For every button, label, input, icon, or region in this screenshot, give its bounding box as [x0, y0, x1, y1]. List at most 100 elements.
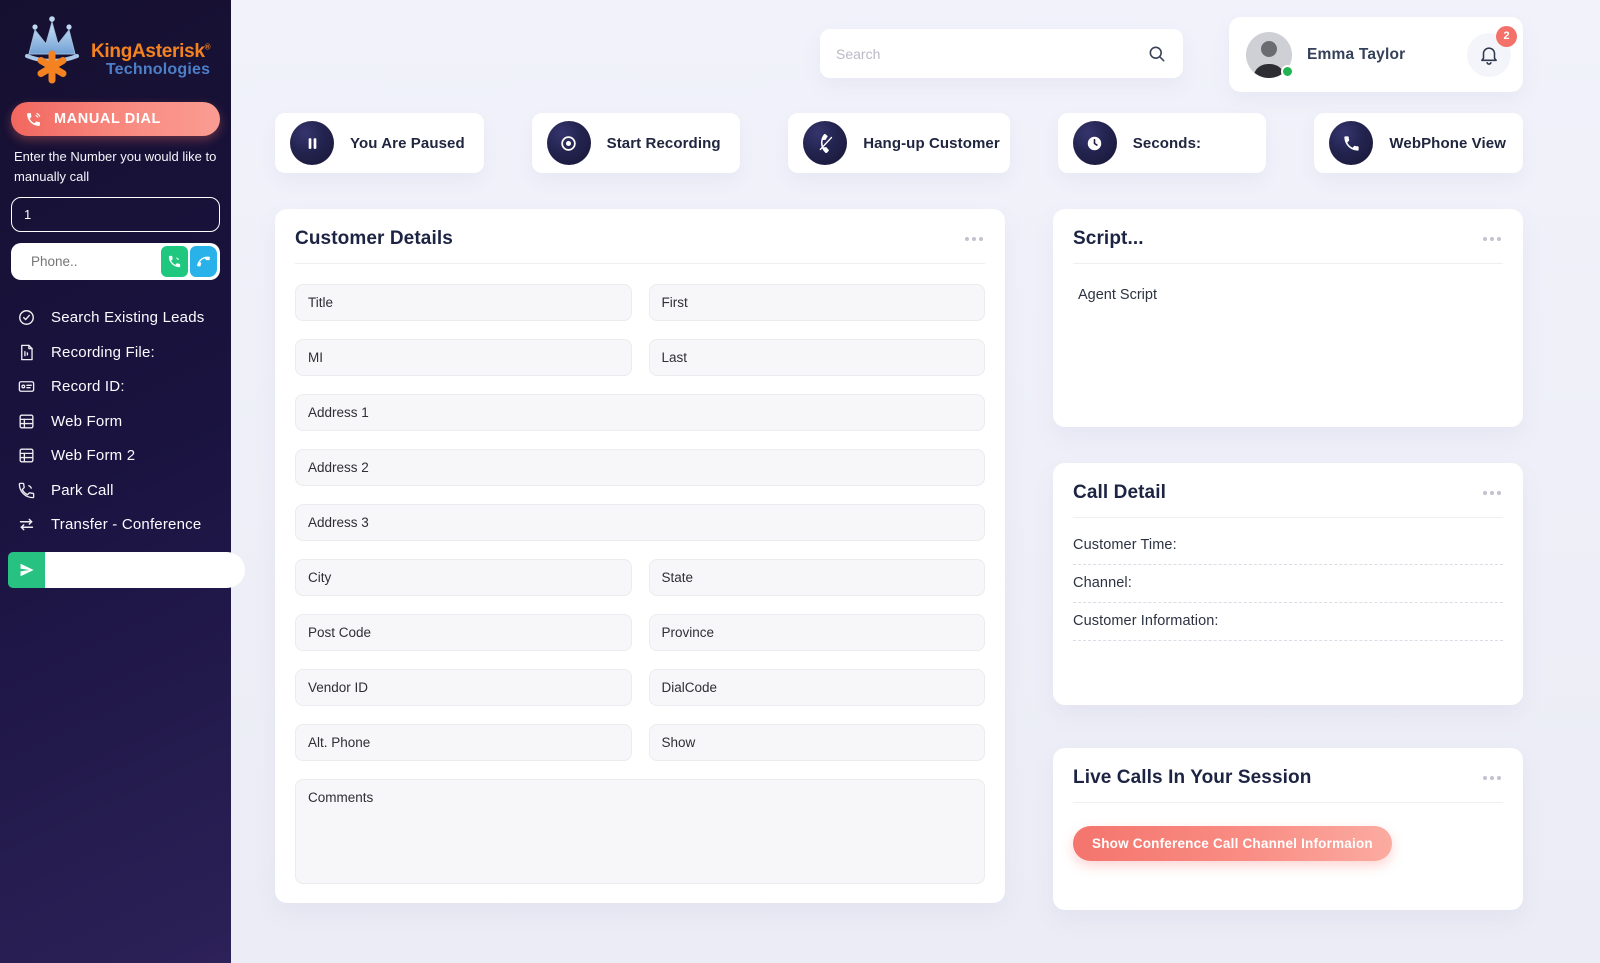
- main-content: Emma Taylor 2 You Are Paused: [231, 0, 1600, 963]
- nav-label: Web Form: [51, 413, 122, 430]
- manual-dial-button[interactable]: MANUAL DIAL: [11, 102, 220, 136]
- field-address2[interactable]: [295, 449, 985, 486]
- field-mi[interactable]: [295, 339, 632, 376]
- hangup-icon: [803, 121, 847, 165]
- manual-number-input[interactable]: [11, 197, 220, 232]
- profile-card[interactable]: Emma Taylor 2: [1229, 17, 1523, 92]
- webphone-view-card[interactable]: WebPhone View: [1314, 113, 1523, 173]
- right-column: Script... Agent Script Call Detail Custo…: [1053, 209, 1523, 910]
- sidebar-item-transfer-conference[interactable]: Transfer - Conference: [11, 507, 220, 542]
- hangup-customer-card[interactable]: Hang-up Customer: [788, 113, 1010, 173]
- clock-icon: [1073, 121, 1117, 165]
- search-bar: [820, 29, 1183, 78]
- nav-label: Recording File:: [51, 344, 155, 361]
- divider: [1073, 263, 1503, 264]
- script-title: Script...: [1073, 228, 1144, 250]
- brand-registered-mark: ®: [205, 43, 211, 52]
- field-postcode[interactable]: [295, 614, 632, 651]
- brand-logo: KingAsterisk® Technologies: [11, 12, 220, 94]
- field-title[interactable]: [295, 284, 632, 321]
- live-calls-title: Live Calls In Your Session: [1073, 767, 1311, 789]
- bell-icon: [1478, 44, 1500, 66]
- notification-badge: 2: [1496, 26, 1517, 47]
- record-icon: [547, 121, 591, 165]
- customer-details-form: [295, 284, 985, 884]
- field-address3[interactable]: [295, 504, 985, 541]
- brand-line2: Technologies: [91, 62, 210, 78]
- agent-script-text: Agent Script: [1078, 287, 1503, 303]
- sidebar-item-web-form[interactable]: Web Form: [11, 404, 220, 439]
- field-province[interactable]: [649, 614, 986, 651]
- online-status-dot: [1281, 65, 1294, 78]
- web-form-icon: [17, 446, 36, 465]
- action-label: Start Recording: [607, 135, 721, 152]
- sidebar-item-park-call[interactable]: Park Call: [11, 473, 220, 508]
- content-grid: Customer Details: [275, 209, 1523, 910]
- nav-label: Park Call: [51, 482, 114, 499]
- id-card-icon: [17, 377, 36, 396]
- call-detail-row-customer-information: Customer Information:: [1073, 603, 1503, 641]
- pause-icon: [290, 121, 334, 165]
- field-city[interactable]: [295, 559, 632, 596]
- divider: [295, 263, 985, 264]
- nav-label: Web Form 2: [51, 447, 135, 464]
- call-detail-row-customer-time: Customer Time:: [1073, 527, 1503, 565]
- divider: [1073, 802, 1503, 803]
- field-alt-phone[interactable]: [295, 724, 632, 761]
- card-menu-dots[interactable]: [1481, 233, 1503, 245]
- action-cards-row: You Are Paused Start Recording Hang-up C…: [275, 113, 1523, 173]
- manual-dial-label: MANUAL DIAL: [54, 111, 161, 127]
- live-calls-card: Live Calls In Your Session Show Conferen…: [1053, 748, 1523, 910]
- seconds-card[interactable]: Seconds:: [1058, 113, 1267, 173]
- field-vendor-id[interactable]: [295, 669, 632, 706]
- audio-file-icon: [17, 343, 36, 362]
- script-card: Script... Agent Script: [1053, 209, 1523, 427]
- send-button[interactable]: [8, 552, 45, 588]
- notifications-button[interactable]: 2: [1467, 33, 1511, 77]
- brand-line1: KingAsterisk: [91, 41, 205, 62]
- phone-down-icon: [196, 254, 211, 269]
- sidebar-item-recording-file[interactable]: Recording File:: [11, 335, 220, 370]
- user-name: Emma Taylor: [1307, 46, 1405, 64]
- nav-label: Record ID:: [51, 378, 125, 395]
- send-text-input[interactable]: [45, 552, 245, 588]
- card-menu-dots[interactable]: [1481, 772, 1503, 784]
- start-recording-card[interactable]: Start Recording: [532, 113, 741, 173]
- sidebar-item-record-id[interactable]: Record ID:: [11, 369, 220, 404]
- card-menu-dots[interactable]: [963, 233, 985, 245]
- search-input[interactable]: [836, 46, 1147, 62]
- field-show[interactable]: [649, 724, 986, 761]
- field-state[interactable]: [649, 559, 986, 596]
- pause-status-card[interactable]: You Are Paused: [275, 113, 484, 173]
- hangup-call-button[interactable]: [190, 246, 217, 277]
- nav-label: Transfer - Conference: [51, 516, 201, 533]
- field-address1[interactable]: [295, 394, 985, 431]
- sidebar-item-search-existing-leads[interactable]: Search Existing Leads: [11, 300, 220, 335]
- customer-details-card: Customer Details: [275, 209, 1005, 903]
- field-comments[interactable]: [295, 779, 985, 884]
- action-label: You Are Paused: [350, 135, 465, 152]
- web-form-icon: [17, 412, 36, 431]
- show-conference-info-button[interactable]: Show Conference Call Channel Informaion: [1073, 826, 1392, 861]
- send-input-group: [8, 552, 220, 588]
- action-label: WebPhone View: [1389, 135, 1506, 152]
- paper-plane-icon: [18, 561, 36, 579]
- transfer-icon: [17, 515, 36, 534]
- sidebar-item-web-form-2[interactable]: Web Form 2: [11, 438, 220, 473]
- action-label: Seconds:: [1133, 135, 1201, 152]
- field-dialcode[interactable]: [649, 669, 986, 706]
- search-icon[interactable]: [1147, 44, 1167, 64]
- sidebar: KingAsterisk® Technologies MANUAL DIAL E…: [0, 0, 231, 963]
- phone-number-input[interactable]: [14, 254, 159, 269]
- check-circle-icon: [17, 308, 36, 327]
- field-last[interactable]: [649, 339, 986, 376]
- brand-text: KingAsterisk® Technologies: [91, 42, 210, 88]
- topbar: Emma Taylor 2: [275, 0, 1523, 92]
- call-detail-title: Call Detail: [1073, 482, 1166, 504]
- phone-volume-icon: [167, 254, 182, 269]
- phone-icon: [1329, 121, 1373, 165]
- card-menu-dots[interactable]: [1481, 487, 1503, 499]
- field-first[interactable]: [649, 284, 986, 321]
- customer-details-title: Customer Details: [295, 228, 453, 250]
- dial-call-button[interactable]: [161, 246, 188, 277]
